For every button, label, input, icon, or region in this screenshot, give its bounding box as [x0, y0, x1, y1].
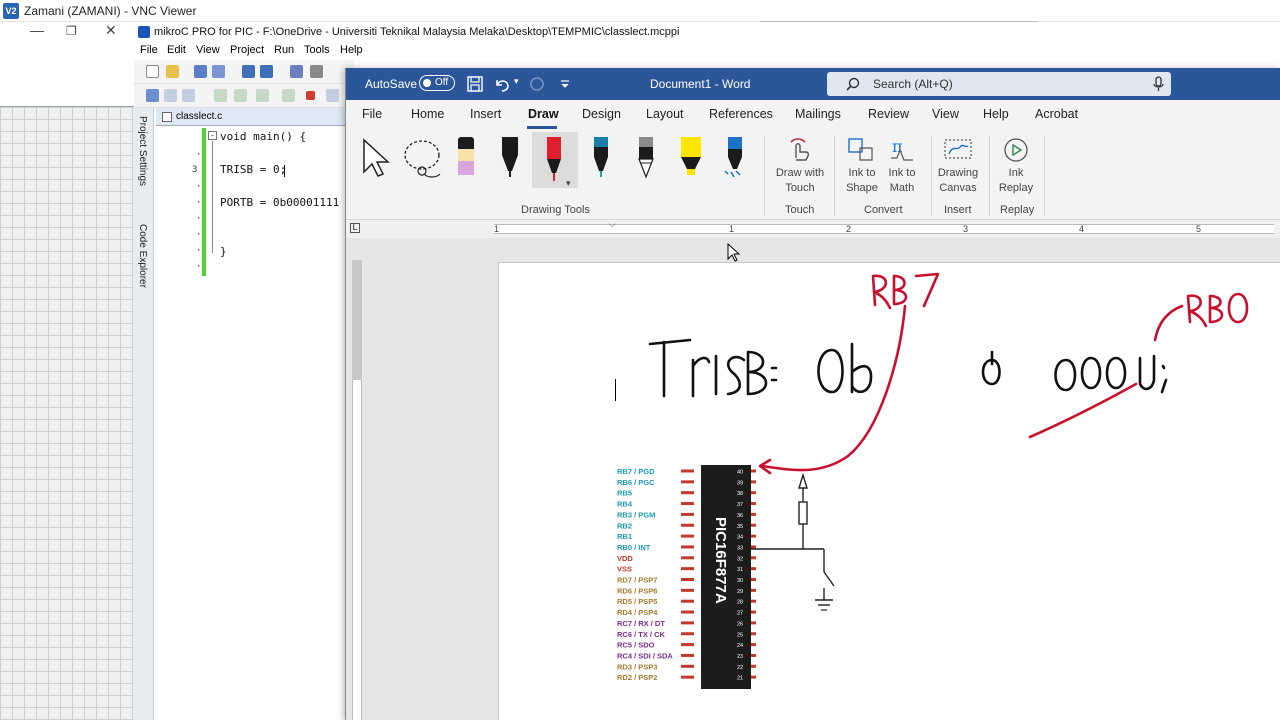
pin-lead: [681, 578, 694, 581]
pin-lead-right: [751, 502, 756, 506]
pin-lead: [681, 491, 694, 495]
pin-lead: [681, 632, 694, 636]
resistor: [798, 501, 808, 525]
pin-lead: [681, 653, 694, 657]
pin-lead: [681, 523, 694, 527]
pin-lead-right: [751, 567, 756, 571]
pin-label: RC5 / SDO: [617, 641, 655, 650]
rb7-7: [914, 272, 940, 308]
pin-number: 34: [737, 535, 743, 541]
pin-lead-right: [751, 534, 756, 538]
pin-number: 32: [737, 556, 743, 562]
pin-lead-right: [751, 523, 756, 527]
pin-label: RB4: [617, 500, 633, 509]
pin-lead-right: [751, 556, 756, 560]
pin-label: RC6 / TX / CK: [617, 630, 666, 639]
pin-label: RD2 / PSP2: [617, 673, 657, 682]
pin-lead: [681, 567, 694, 571]
pin-lead-right: [751, 588, 756, 592]
pin-label: RD5 / PSP5: [617, 597, 657, 606]
pin-number: 36: [737, 513, 743, 519]
pin-lead: [681, 599, 694, 603]
pin-number: 39: [737, 480, 743, 486]
pin-lead-right: [751, 480, 756, 484]
rb7-b: [892, 274, 908, 306]
pin-number: 31: [737, 567, 743, 573]
chip-name: PIC16F877A: [712, 517, 729, 604]
pin-lead: [681, 534, 694, 538]
pin-lead-right: [751, 610, 756, 614]
pin-lead: [681, 512, 694, 516]
pin-lead: [681, 621, 694, 625]
pin-label: RB1: [617, 532, 632, 541]
pin-label: RB7 / PGD: [617, 467, 655, 476]
pin-label: RC4 / SDI / SDA: [617, 651, 673, 660]
pin-number: 37: [737, 502, 743, 508]
pin-number: 35: [737, 524, 743, 530]
pin-label: RD3 / PSP3: [617, 662, 657, 671]
pin-lead-right: [751, 578, 756, 581]
pin-lead-right: [751, 632, 756, 636]
pin-number: 40: [737, 470, 743, 476]
pin-number: 29: [737, 589, 743, 595]
pin-number: 24: [737, 643, 743, 649]
pin-label: VSS: [617, 565, 632, 574]
handwritten-annotations: [758, 272, 1249, 475]
rb7-arrow: [760, 304, 907, 472]
pin-lead-right: [751, 599, 756, 603]
rb0-r: [1186, 294, 1208, 328]
mouse-cursor-icon: [727, 243, 741, 262]
pin-label: RC7 / RX / DT: [617, 619, 665, 628]
ink-and-diagram-layer: PIC16F877A RB7 / PGD 40 RB6 / PGC 39 RB5 38 RB…: [617, 272, 1249, 689]
pin-number: 38: [737, 491, 743, 497]
pin-lead-right: [751, 512, 756, 516]
pin-lead: [681, 675, 694, 679]
pin-label: RD7 / PSP7: [617, 576, 657, 585]
pin-lead-right: [751, 664, 756, 668]
rb0-pointer: [1153, 304, 1184, 342]
pin-number: 33: [737, 545, 743, 551]
pin-label: VDD: [617, 554, 633, 563]
pin-lead: [681, 502, 694, 506]
pin-label: RB5: [617, 489, 632, 498]
pin-number: 26: [737, 621, 743, 627]
pin-lead: [681, 610, 694, 614]
pin-lead-right: [751, 675, 756, 679]
handwritten-code: [648, 338, 1168, 398]
pin-lead-right: [751, 643, 756, 647]
pin-lead-right: [751, 491, 756, 495]
vdd-arrow: [798, 472, 808, 489]
pin-label: RD4 / PSP4: [617, 608, 658, 617]
pin-lead: [681, 469, 694, 473]
pin-lead: [681, 480, 694, 484]
rb7-r: [871, 274, 892, 310]
pin-lead-right: [751, 653, 756, 657]
pin-lead: [681, 556, 694, 560]
pin-lead: [681, 643, 694, 647]
pin-label: RB0 / INT: [617, 543, 651, 552]
pin-label: RB6 / PGC: [617, 478, 655, 487]
rb0-underline: [1028, 382, 1138, 439]
pin-lead-right: [751, 621, 756, 625]
pin-label: RD6 / PSP6: [617, 586, 657, 595]
pin-number: 25: [737, 632, 743, 638]
rb0-0: [1227, 292, 1249, 324]
rb0-b: [1208, 294, 1224, 324]
pin-lead: [681, 588, 694, 592]
switch: [823, 571, 835, 587]
pin-number: 23: [737, 654, 743, 660]
pin-lead: [681, 664, 694, 668]
pin-label: RB3 / PGM: [617, 510, 655, 519]
pin-number: 30: [737, 578, 743, 584]
pin-label: RB2: [617, 521, 632, 530]
pin-lead-right: [751, 469, 756, 473]
pin-lead: [681, 545, 694, 549]
pin-number: 22: [737, 665, 743, 671]
pin-lead-right: [751, 545, 756, 549]
pin-number: 27: [737, 611, 743, 617]
pin-number: 28: [737, 600, 743, 606]
pin-number: 21: [737, 676, 743, 682]
